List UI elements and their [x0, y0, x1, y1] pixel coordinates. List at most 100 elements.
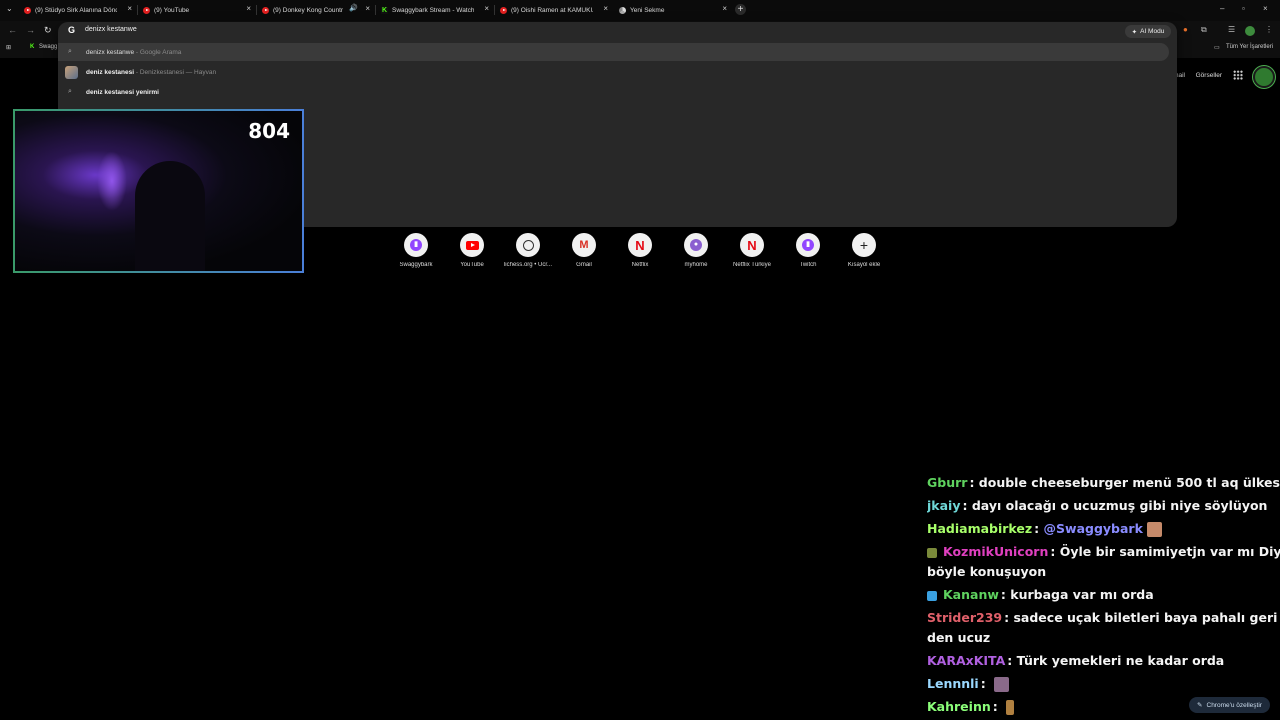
shortcut-gmail[interactable]: M Gmail: [556, 233, 612, 268]
netflix-icon: N: [635, 237, 645, 253]
shortcut-label: Twitch: [799, 262, 817, 268]
suggestion-item[interactable]: ⌕ deniz kestanesi yenirmi: [58, 83, 1169, 101]
webcam-counter: 804: [248, 119, 290, 143]
tab-title: (9) Stüdyo Sirk Alanına Döndü! ¦: [35, 7, 117, 14]
chat-message: Kananw: kurbaga var mı orda: [927, 585, 1154, 605]
tab-4[interactable]: K Swaggybark Stream - Watch Li ×: [381, 3, 489, 18]
tab-title: Yeni Sekme: [630, 7, 665, 14]
twitch-icon: ▮: [802, 239, 814, 251]
chat-mention: @Swaggybark: [1043, 521, 1143, 536]
close-icon[interactable]: ×: [603, 4, 608, 13]
kick-icon: K: [381, 7, 388, 14]
youtube-icon: [500, 7, 507, 14]
google-apps-icon[interactable]: [1233, 70, 1243, 80]
tab-divider: [137, 5, 138, 15]
forward-icon[interactable]: →: [26, 25, 35, 35]
tab-2[interactable]: (9) YouTube ×: [143, 3, 251, 18]
chat-username: Strider239: [927, 610, 1003, 625]
chat-text: sadece uçak biletleri baya pahalı geri k…: [1013, 610, 1280, 625]
profile-avatar[interactable]: [1245, 26, 1255, 36]
shortcut-swaggybark[interactable]: ▮ Swaggybark: [388, 233, 444, 268]
shortcut-netflix-turkiye[interactable]: N Netflix Türkiye: [724, 233, 780, 268]
shortcut-label: Gmail: [576, 262, 592, 268]
close-window-icon[interactable]: ×: [1263, 4, 1268, 13]
minimize-icon[interactable]: –: [1220, 4, 1224, 13]
tab-5[interactable]: (9) Oishi Ramen at KAMUKURA ×: [500, 3, 608, 18]
chat-badge-icon: [927, 590, 937, 601]
chat-username: Kahreinn: [927, 699, 991, 714]
pencil-icon: ✎: [1197, 702, 1203, 709]
stream-chat-overlay: Gburr: double cheeseburger menü 500 tl a…: [927, 470, 1280, 720]
suggestion-text: deniz kestanesi yenirmi: [86, 88, 159, 96]
new-tab-button[interactable]: +: [735, 4, 746, 15]
shortcut-netflix[interactable]: N Netflix: [612, 233, 668, 268]
extensions-puzzle-icon[interactable]: ⧉: [1201, 25, 1207, 35]
kick-icon: K: [30, 44, 35, 50]
shortcut-add[interactable]: + Kısayol ekle: [836, 233, 892, 268]
close-icon[interactable]: ×: [246, 4, 251, 13]
shortcut-label: YouTube: [460, 262, 484, 268]
youtube-icon: [262, 7, 269, 14]
chat-username: Lennnli: [927, 676, 979, 691]
images-link[interactable]: Görseller: [1196, 72, 1222, 79]
back-icon[interactable]: ←: [8, 25, 17, 35]
youtube-icon: [143, 7, 150, 14]
speaker-icon[interactable]: 🔊: [349, 4, 358, 12]
shortcut-label: Netflix: [631, 262, 649, 268]
shortcut-label: Swaggybark: [399, 262, 433, 268]
tab-title: Swaggybark Stream - Watch Li: [392, 7, 474, 14]
close-icon[interactable]: ×: [127, 4, 132, 13]
folder-icon: ▭: [1214, 45, 1220, 51]
chat-username: Gburr: [927, 475, 968, 490]
shortcut-label: Kısayol ekle: [847, 262, 881, 268]
all-bookmarks-link[interactable]: Tüm Yer İşaretleri: [1226, 44, 1273, 50]
customize-label: Chrome'u özelleştir: [1206, 701, 1262, 709]
tab-3[interactable]: (9) Donkey Kong Country - 🔊 ×: [262, 3, 370, 18]
suggestion-item[interactable]: ⌕ denizx kestanwe - Google Arama: [58, 43, 1169, 61]
suggestion-text: deniz kestanesi - Denizkestanesi — Hayva…: [86, 68, 217, 76]
ai-search-icon: ✦: [1131, 28, 1138, 36]
apps-grid-icon[interactable]: ⊞: [6, 44, 11, 51]
suggestion-thumbnail: [65, 65, 78, 79]
close-icon[interactable]: ×: [722, 4, 727, 13]
bookmark-item[interactable]: Swagg: [39, 44, 57, 50]
shortcut-youtube[interactable]: YouTube: [444, 233, 500, 268]
emote-image: [1146, 522, 1162, 537]
tab-search-icon[interactable]: ⌄: [6, 4, 13, 13]
chrome-icon: [619, 7, 626, 14]
close-icon[interactable]: ×: [365, 4, 370, 13]
account-avatar[interactable]: [1253, 66, 1275, 88]
menu-dots-icon[interactable]: ⋮: [1265, 25, 1273, 34]
chat-text: Türk yemekleri ne kadar orda: [1016, 653, 1225, 668]
search-icon: ⌕: [68, 88, 72, 95]
shortcut-twitch[interactable]: ▮ Twitch: [780, 233, 836, 268]
google-icon: G: [68, 25, 76, 35]
add-icon: +: [859, 237, 869, 253]
webcam-light: [97, 151, 127, 211]
shortcut-label: myhome: [684, 262, 708, 268]
shortcut-myhome[interactable]: ● myhome: [668, 233, 724, 268]
chat-text: Öyle bir samimiyetjn var mı Diyar ile: [1059, 544, 1280, 559]
chat-message: Hadiamabirkez: @Swaggybark: [927, 519, 1162, 539]
chat-message: Kahreinn:: [927, 697, 1015, 717]
customize-chrome-button[interactable]: ✎ Chrome'u özelleştir: [1189, 697, 1270, 713]
tab-title: (9) Donkey Kong Country -: [273, 7, 343, 14]
tab-1[interactable]: (9) Stüdyo Sirk Alanına Döndü! ¦ ×: [24, 3, 132, 18]
shortcut-lichess[interactable]: lichess.org • Ücr...: [500, 233, 556, 268]
search-icon: ⌕: [68, 48, 72, 55]
chat-message: KARAxKITA: Türk yemekleri ne kadar orda: [927, 653, 1225, 668]
gmail-icon: M: [579, 239, 589, 251]
maximize-icon[interactable]: ▫: [1242, 4, 1245, 13]
chat-message: KozmikUnicorn: Öyle bir samimiyetjn var …: [927, 542, 1280, 562]
omnibox-input[interactable]: denizx kestanwe: [85, 26, 137, 33]
reload-icon[interactable]: ↻: [44, 25, 52, 36]
chat-message: jkaiy: dayı olacağı o ucuzmuş gibi niye …: [927, 498, 1268, 513]
suggestion-item[interactable]: deniz kestanesi - Denizkestanesi — Hayva…: [58, 63, 1169, 81]
tab-divider: [494, 5, 495, 15]
tab-6-active[interactable]: Yeni Sekme ×: [619, 3, 727, 18]
chat-text: double cheeseburger menü 500 tl aq ülkes…: [978, 475, 1280, 490]
ai-mode-button[interactable]: ✦ AI Modu: [1125, 25, 1171, 38]
reading-list-icon[interactable]: ☰: [1228, 25, 1235, 34]
close-icon[interactable]: ×: [484, 4, 489, 13]
extension-icon[interactable]: ●: [1183, 25, 1188, 34]
